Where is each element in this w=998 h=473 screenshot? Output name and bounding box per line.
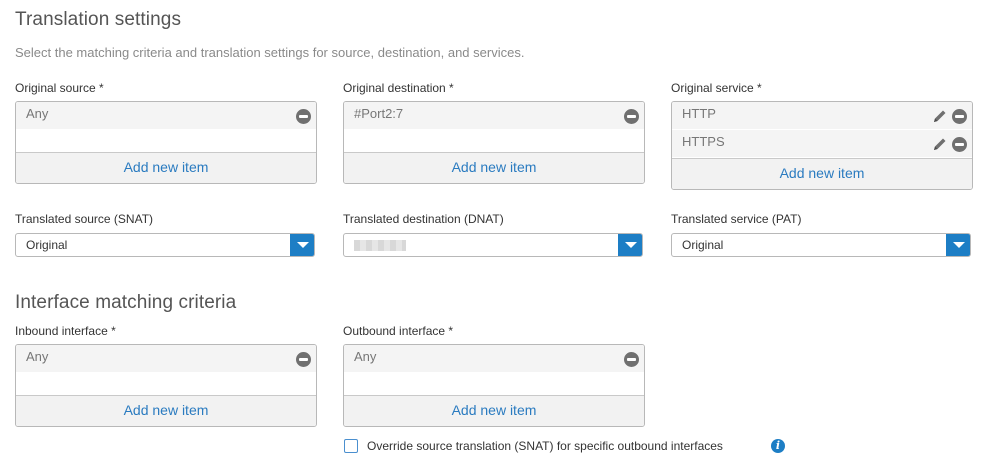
translated-service-value: Original — [682, 238, 724, 252]
list-item-label: HTTP — [682, 106, 716, 121]
chevron-down-icon[interactable] — [946, 234, 970, 256]
inbound-interface-list: Any Add new item — [15, 344, 317, 427]
original-source-label: Original source * — [15, 81, 104, 95]
translated-source-value: Original — [26, 238, 68, 252]
translation-settings-description: Select the matching criteria and transla… — [15, 45, 525, 60]
pencil-icon[interactable] — [932, 108, 948, 124]
pencil-icon[interactable] — [932, 136, 948, 152]
remove-item-icon[interactable] — [296, 352, 311, 367]
list-item: Any — [16, 102, 316, 129]
interface-matching-title: Interface matching criteria — [15, 292, 237, 313]
original-destination-label: Original destination * — [343, 81, 454, 95]
original-service-list: HTTP HTTPS Add new item — [671, 101, 973, 190]
list-item-label: Any — [26, 349, 49, 364]
list-item: Any — [16, 345, 316, 372]
translated-service-select[interactable]: Original — [671, 233, 971, 257]
remove-item-icon[interactable] — [624, 352, 639, 367]
add-new-item-button[interactable]: Add new item — [16, 152, 316, 183]
translated-destination-select[interactable] — [343, 233, 643, 257]
remove-item-icon[interactable] — [952, 109, 967, 124]
original-service-label: Original service * — [671, 81, 762, 95]
chevron-down-icon[interactable] — [618, 234, 642, 256]
list-item: Any — [344, 345, 644, 372]
translated-destination-label: Translated destination (DNAT) — [343, 212, 504, 226]
original-destination-list: #Port2:7 Add new item — [343, 101, 645, 184]
original-source-list: Any Add new item — [15, 101, 317, 184]
list-item-label: HTTPS — [682, 134, 725, 149]
outbound-interface-list: Any Add new item — [343, 344, 645, 427]
add-new-item-button[interactable]: Add new item — [16, 395, 316, 426]
chevron-down-icon[interactable] — [290, 234, 314, 256]
redacted-value — [354, 240, 406, 251]
outbound-interface-label: Outbound interface * — [343, 324, 454, 338]
remove-item-icon[interactable] — [624, 109, 639, 124]
remove-item-icon[interactable] — [952, 137, 967, 152]
list-item-label: Any — [354, 349, 377, 364]
add-new-item-button[interactable]: Add new item — [344, 152, 644, 183]
list-item: HTTP — [672, 102, 972, 129]
translation-settings-title: Translation settings — [15, 9, 182, 30]
translated-service-label: Translated service (PAT) — [671, 212, 802, 226]
list-item-label: #Port2:7 — [354, 106, 404, 121]
list-item: #Port2:7 — [344, 102, 644, 129]
info-icon[interactable]: i — [771, 439, 785, 453]
add-new-item-button[interactable]: Add new item — [344, 395, 644, 426]
inbound-interface-label: Inbound interface * — [15, 324, 116, 338]
list-item-label: Any — [26, 106, 49, 121]
translated-source-select[interactable]: Original — [15, 233, 315, 257]
add-new-item-button[interactable]: Add new item — [672, 158, 972, 189]
remove-item-icon[interactable] — [296, 109, 311, 124]
override-snat-checkbox[interactable] — [344, 439, 358, 453]
list-item: HTTPS — [672, 130, 972, 157]
translated-source-label: Translated source (SNAT) — [15, 212, 154, 226]
override-snat-label: Override source translation (SNAT) for s… — [367, 439, 723, 453]
